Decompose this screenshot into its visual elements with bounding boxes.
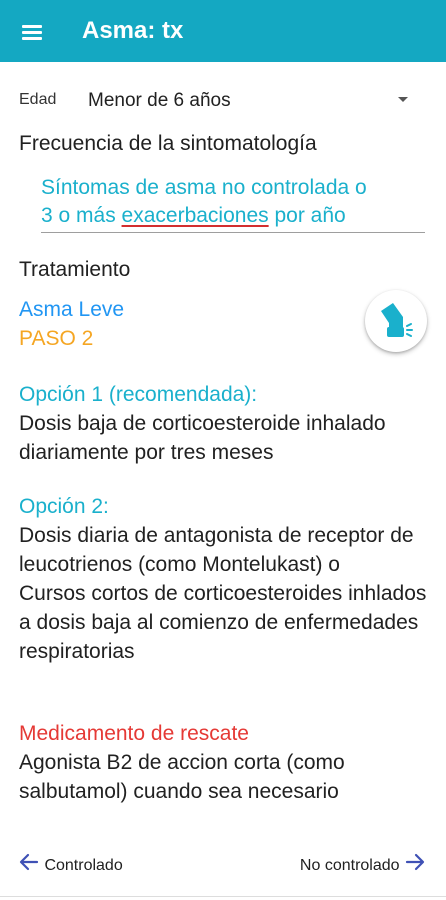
rescue-title: Medicamento de rescate — [19, 722, 249, 745]
option-2: Opción 2: Dosis diaria de antagonista de… — [19, 492, 429, 666]
frequency-value-line1: Síntomas de asma no controlada o — [41, 176, 367, 199]
inhaler-button[interactable] — [365, 290, 427, 352]
frequency-label: Frecuencia de la sintomatología — [19, 132, 317, 155]
option-1-title: Opción 1 (recomendada): — [19, 383, 258, 406]
frequency-value-flagged-word: exacerbaciones — [121, 204, 269, 227]
age-dropdown[interactable]: Menor de 6 años — [80, 82, 418, 118]
bottom-divider — [0, 896, 446, 897]
previous-controlado-button[interactable]: Controlado — [18, 851, 123, 879]
frequency-field[interactable]: Síntomas de asma no controlada o 3 o más… — [41, 168, 425, 234]
next-no-controlado-button[interactable]: No controlado — [300, 851, 426, 879]
treatment-label: Tratamiento — [19, 258, 131, 281]
hamburger-menu-icon[interactable] — [14, 14, 50, 50]
age-label: Edad — [19, 91, 57, 108]
age-value: Menor de 6 años — [88, 90, 231, 111]
inhaler-icon — [381, 303, 413, 337]
app-title: Asma: tx — [82, 17, 184, 44]
frequency-value-suffix: por año — [268, 204, 346, 227]
rescue-medication: Medicamento de rescate Agonista B2 de ac… — [19, 719, 429, 806]
option-2-text-a: Dosis diaria de antagonista de receptor … — [19, 524, 414, 576]
rescue-text: Agonista B2 de accion corta (como salbut… — [19, 751, 345, 803]
frequency-value-prefix: 3 o más — [41, 204, 122, 227]
step-label: PASO 2 — [19, 327, 94, 350]
option-2-text-b: Cursos cortos de corticoesteroides inhla… — [19, 582, 427, 663]
severity-label: Asma Leve — [19, 298, 125, 321]
frequency-field-underline — [41, 232, 425, 233]
option-1-text: Dosis baja de corticoesteroide inhalado … — [19, 412, 386, 464]
next-label: No controlado — [299, 857, 400, 875]
app-bar: Asma: tx — [0, 0, 446, 62]
arrow-left-icon — [19, 853, 39, 871]
previous-label: Controlado — [44, 857, 123, 875]
frequency-value-line2: 3 o más exacerbaciones por año — [41, 204, 346, 228]
arrow-right-icon — [405, 853, 425, 871]
dropdown-arrow-icon — [398, 97, 408, 102]
option-2-title: Opción 2: — [19, 495, 109, 518]
option-1: Opción 1 (recomendada): Dosis baja de co… — [19, 380, 429, 467]
